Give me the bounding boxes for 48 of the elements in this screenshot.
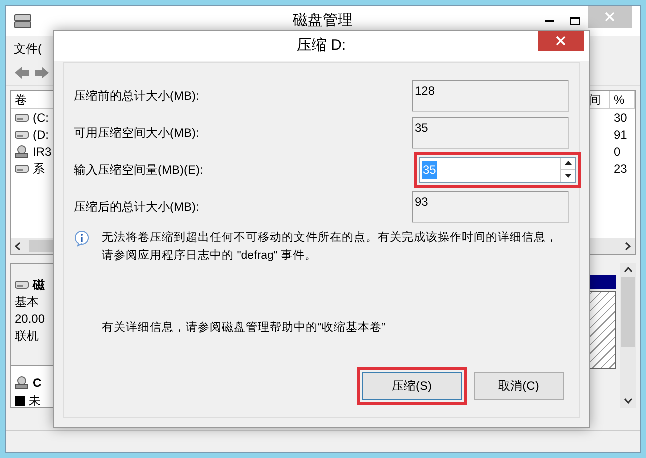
scroll-right-icon[interactable]	[625, 242, 631, 250]
dialog-button[interactable]: 取消(C)	[474, 372, 564, 400]
column-header[interactable]: %	[610, 91, 635, 109]
cd-drive-icon	[15, 144, 29, 158]
dialog-title: 压缩 D:	[296, 36, 346, 56]
legend-label: 未	[29, 393, 41, 410]
dialog-button[interactable]: 压缩(S)	[362, 372, 462, 400]
table-cell-text: 91	[613, 127, 628, 144]
disk-drive-icon	[15, 164, 29, 174]
close-icon[interactable]	[556, 36, 566, 46]
scroll-up-icon[interactable]	[624, 267, 632, 273]
table-cell-text: 23	[613, 161, 628, 178]
disk-drive-icon	[15, 112, 29, 122]
disk-info: 20.00	[15, 311, 46, 328]
forward-arrow-icon[interactable]	[34, 66, 50, 80]
scroll-down-icon[interactable]	[624, 398, 632, 404]
readonly-field: 93	[412, 190, 569, 222]
table-cell-text: 30	[613, 110, 628, 127]
close-button[interactable]	[538, 31, 584, 51]
volume-name[interactable]: IR3	[33, 142, 52, 160]
disk-info: 基本	[15, 294, 40, 311]
disk-label: C	[33, 375, 42, 392]
readonly-field: 128	[412, 80, 569, 112]
field-label: 输入压缩空间量(MB)(E):	[74, 162, 204, 178]
info-text: 无法将卷压缩到超出任何不可移动的文件所在的点。有关完成该操作时间的详细信息，请参阅应用程序日志中的 "defrag" 事件。	[102, 230, 559, 264]
vertical-scrollbar[interactable]	[620, 263, 636, 408]
field-label: 压缩后的总计大小(MB):	[74, 198, 200, 216]
disk-info: 联机	[15, 328, 40, 345]
info-icon	[74, 231, 90, 247]
window-title: 磁盘管理	[293, 10, 353, 31]
readonly-field: 35	[412, 116, 569, 148]
field-label: 可用压缩空间大小(MB):	[74, 124, 200, 142]
field-value: 35	[422, 160, 438, 178]
scroll-left-icon[interactable]	[15, 242, 21, 250]
cd-drive-icon	[15, 376, 29, 390]
volume-name[interactable]: 系	[33, 160, 45, 178]
disk-drive-icon	[15, 280, 29, 290]
table-cell-text: 0	[613, 144, 622, 161]
disk-management-icon	[14, 13, 32, 29]
field-label: 压缩前的总计大小(MB):	[74, 88, 200, 104]
volume-name[interactable]: (C:	[33, 108, 49, 126]
volume-name[interactable]: (D:	[33, 126, 49, 144]
menu-item[interactable]: 文件(	[14, 40, 42, 58]
help-text: 有关详细信息，请参阅磁盘管理帮助中的“收缩基本卷”	[102, 320, 387, 336]
legend-swatch	[15, 396, 25, 406]
disk-drive-icon	[15, 130, 29, 140]
back-arrow-icon[interactable]	[14, 66, 30, 80]
disk-label: 磁	[33, 277, 45, 294]
